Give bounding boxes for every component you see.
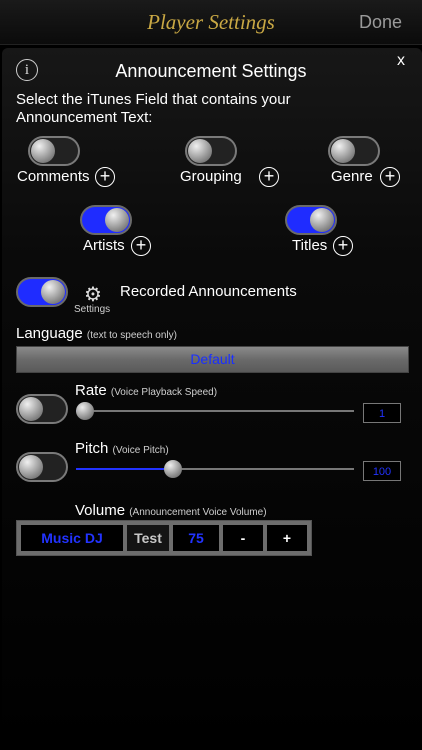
- toggle-knob: [105, 208, 129, 232]
- volume-value: 75: [173, 525, 219, 551]
- done-button[interactable]: Done: [359, 12, 402, 33]
- volume-plus-button[interactable]: +: [267, 525, 307, 551]
- genre-label: Genre: [331, 168, 373, 185]
- add-genre-plus-icon[interactable]: +: [380, 167, 400, 187]
- close-icon[interactable]: x: [397, 52, 405, 70]
- rate-hint: (Voice Playback Speed): [110, 387, 218, 398]
- recorded-announcements-toggle[interactable]: [16, 277, 68, 307]
- volume-label: Volume (Announcement Voice Volume): [75, 502, 267, 519]
- pitch-hint: (Voice Pitch): [112, 445, 169, 456]
- volume-control-bar: Music DJ Test 75 - +: [16, 520, 312, 556]
- toggle-knob: [331, 139, 355, 163]
- rate-toggle[interactable]: [16, 394, 68, 424]
- comments-toggle[interactable]: [28, 136, 80, 166]
- toggle-knob: [188, 139, 212, 163]
- rate-title: Rate: [75, 382, 107, 399]
- genre-toggle[interactable]: [328, 136, 380, 166]
- titles-label: Titles: [292, 237, 328, 254]
- rate-slider-track[interactable]: [76, 410, 354, 412]
- panel-title: Announcement Settings: [115, 61, 307, 81]
- toggle-knob: [19, 397, 43, 421]
- pitch-value: 100: [363, 461, 401, 481]
- toggle-knob: [31, 139, 55, 163]
- artists-toggle[interactable]: [80, 205, 132, 235]
- language-selector[interactable]: Default: [16, 346, 409, 373]
- volume-hint: (Announcement Voice Volume): [129, 507, 267, 518]
- test-button[interactable]: Test: [127, 525, 169, 551]
- comments-label: Comments: [17, 168, 90, 185]
- instruction-line-2: Announcement Text:: [16, 109, 153, 126]
- artists-label: Artists: [83, 237, 125, 254]
- toggle-knob: [310, 208, 334, 232]
- pitch-label: Pitch (Voice Pitch): [75, 440, 169, 457]
- settings-label[interactable]: Settings: [74, 304, 110, 315]
- language-label: Language (text to speech only): [16, 325, 177, 342]
- instruction-text: Select the iTunes Field that contains yo…: [16, 91, 406, 127]
- volume-minus-button[interactable]: -: [223, 525, 263, 551]
- toggle-knob: [41, 280, 65, 304]
- volume-title: Volume: [75, 502, 126, 519]
- rate-label: Rate (Voice Playback Speed): [75, 382, 217, 399]
- pitch-slider-fill: [76, 468, 174, 470]
- grouping-label: Grouping: [180, 168, 242, 185]
- add-comments-plus-icon[interactable]: +: [95, 167, 115, 187]
- titles-toggle[interactable]: [285, 205, 337, 235]
- add-grouping-plus-icon[interactable]: +: [259, 167, 279, 187]
- add-titles-plus-icon[interactable]: +: [333, 236, 353, 256]
- recorded-announcements-label: Recorded Announcements: [120, 283, 297, 300]
- rate-value: 1: [363, 403, 401, 423]
- rate-slider-handle[interactable]: [76, 402, 94, 420]
- instruction-line-1: Select the iTunes Field that contains yo…: [16, 91, 291, 108]
- toggle-knob: [19, 455, 43, 479]
- language-hint: (text to speech only): [86, 330, 177, 341]
- grouping-toggle[interactable]: [185, 136, 237, 166]
- pitch-title: Pitch: [75, 440, 109, 457]
- language-title: Language: [16, 325, 83, 342]
- add-artists-plus-icon[interactable]: +: [131, 236, 151, 256]
- voice-name[interactable]: Music DJ: [21, 525, 123, 551]
- pitch-toggle[interactable]: [16, 452, 68, 482]
